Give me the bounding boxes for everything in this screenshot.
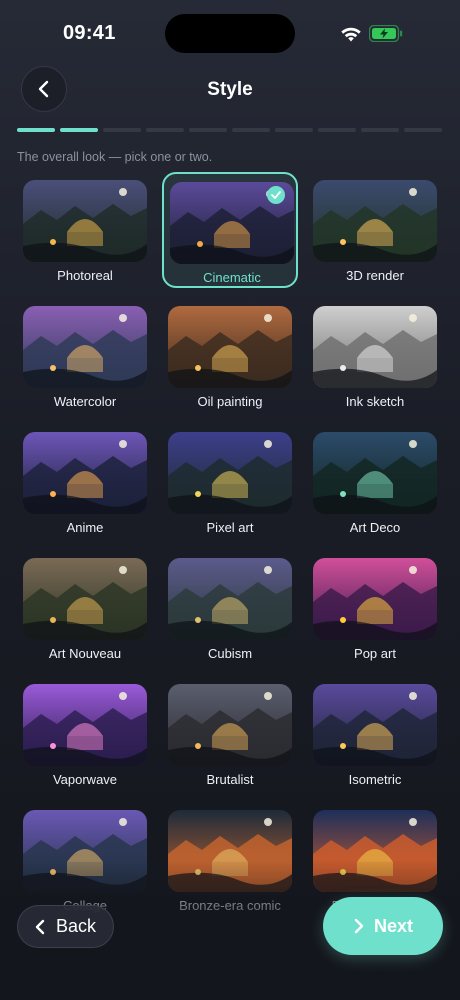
status-bar: 09:41: [0, 0, 460, 60]
style-thumbnail: [23, 684, 147, 766]
style-card-ink-sketch[interactable]: Ink sketch: [307, 298, 443, 414]
chevron-right-icon: [354, 918, 364, 934]
progress-segment: [404, 128, 442, 132]
style-card-label: Photoreal: [57, 268, 113, 283]
style-card-label: Isometric: [348, 772, 402, 787]
style-thumbnail: [23, 432, 147, 514]
style-thumbnail: [23, 306, 147, 388]
style-card-art-nouveau[interactable]: Art Nouveau: [17, 550, 153, 666]
style-card-vaporwave[interactable]: Vaporwave: [17, 676, 153, 792]
style-card-label: 3D render: [346, 268, 404, 283]
style-card-label: Oil painting: [197, 394, 263, 409]
progress-segment: [275, 128, 313, 132]
style-card-label: Bronze-era comic: [179, 898, 281, 913]
progress-segment: [189, 128, 227, 132]
style-thumbnail: [313, 306, 437, 388]
style-thumbnail: [168, 306, 292, 388]
style-card-label: Art Nouveau: [48, 646, 122, 661]
style-card-label: Pop art: [354, 646, 396, 661]
style-thumbnail: [313, 810, 437, 892]
style-card-label: Vaporwave: [52, 772, 118, 787]
style-card-art-deco[interactable]: Art Deco: [307, 424, 443, 540]
style-thumbnail: [313, 180, 437, 262]
style-card-photoreal[interactable]: Photoreal: [17, 172, 153, 288]
style-card-cubism[interactable]: Cubism: [162, 550, 298, 666]
style-thumbnail: [313, 684, 437, 766]
style-card-collage[interactable]: Collage: [17, 802, 153, 918]
style-thumbnail: [168, 810, 292, 892]
style-thumbnail: [168, 558, 292, 640]
page-subtitle: The overall look — pick one or two.: [17, 150, 213, 164]
progress-segment: [361, 128, 399, 132]
style-card-bronze-era-comic[interactable]: Bronze-era comic: [162, 802, 298, 918]
status-time: 09:41: [63, 22, 116, 44]
style-card-label: Brutalist: [206, 772, 254, 787]
style-thumbnail: [23, 180, 147, 262]
style-card-3d-render[interactable]: 3D render: [307, 172, 443, 288]
style-card-isometric[interactable]: Isometric: [307, 676, 443, 792]
progress-segment: [232, 128, 270, 132]
style-card-brutalist[interactable]: Brutalist: [162, 676, 298, 792]
step-progress: [17, 128, 443, 132]
header: Style: [0, 60, 460, 120]
style-thumbnail: [23, 558, 147, 640]
progress-segment: [103, 128, 141, 132]
dynamic-island: [165, 14, 295, 53]
style-card-pop-art[interactable]: Pop art: [307, 550, 443, 666]
style-thumbnail: [313, 432, 437, 514]
style-thumbnail: [168, 684, 292, 766]
next-button[interactable]: Next: [323, 897, 443, 955]
next-button-label: Next: [374, 915, 414, 936]
progress-segment: [17, 128, 55, 132]
progress-segment: [146, 128, 184, 132]
style-thumbnail: [168, 432, 292, 514]
style-grid: Photoreal Cinematic 3D render Watercolor Oil…: [0, 172, 460, 1000]
back-button-label: Back: [56, 916, 97, 936]
style-card-label: Pixel art: [206, 520, 254, 535]
wifi-icon: [341, 27, 361, 42]
style-card-label: Anime: [66, 520, 104, 535]
style-card-watercolor[interactable]: Watercolor: [17, 298, 153, 414]
style-card-oil-painting[interactable]: Oil painting: [162, 298, 298, 414]
style-thumbnail: [23, 810, 147, 892]
check-icon: [267, 186, 285, 204]
chevron-left-icon: [35, 919, 45, 934]
style-card-pixel-art[interactable]: Pixel art: [162, 424, 298, 540]
style-card-label: Ink sketch: [345, 394, 405, 409]
back-button[interactable]: Back: [17, 905, 114, 948]
page-title: Style: [207, 79, 253, 100]
style-card-label: Cubism: [207, 646, 253, 661]
progress-segment: [60, 128, 98, 132]
progress-segment: [318, 128, 356, 132]
style-card-cinematic[interactable]: Cinematic: [162, 172, 298, 288]
battery-charging-icon: [369, 25, 403, 42]
style-card-label: Art Deco: [349, 520, 401, 535]
style-card-label: Cinematic: [203, 270, 261, 285]
style-card-anime[interactable]: Anime: [17, 424, 153, 540]
style-card-label: Watercolor: [53, 394, 117, 409]
style-thumbnail: [313, 558, 437, 640]
